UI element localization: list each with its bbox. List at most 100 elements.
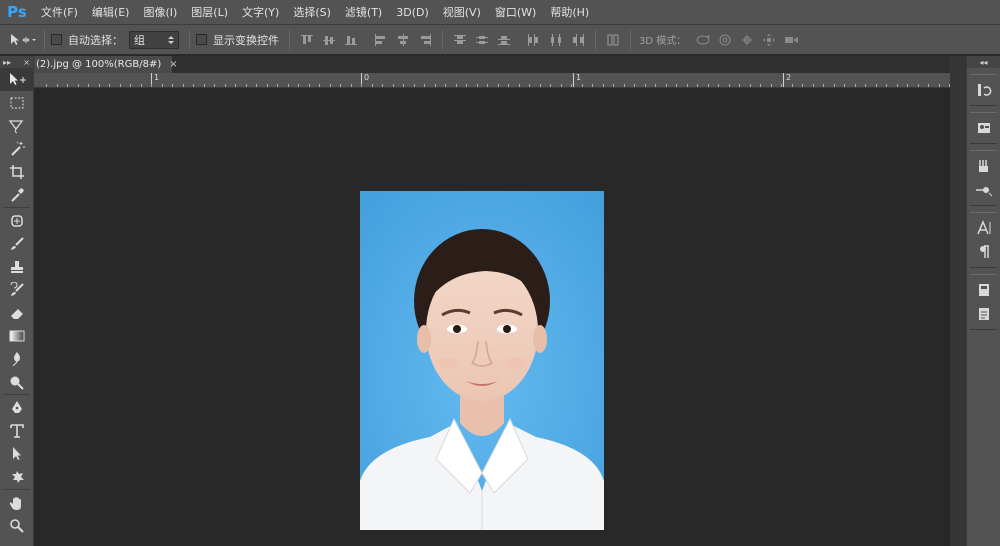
- ruler-minor-tick: [886, 84, 887, 87]
- menu-select[interactable]: 选择(S): [286, 0, 338, 25]
- distribute-top-icon[interactable]: [450, 31, 470, 49]
- ruler-label: 2: [786, 73, 792, 82]
- menu-view[interactable]: 视图(V): [436, 0, 488, 25]
- menu-3d[interactable]: 3D(D): [389, 0, 436, 25]
- ruler-label: 1: [576, 73, 582, 82]
- panel-group-brush: [970, 150, 997, 206]
- history-brush-tool[interactable]: [0, 278, 34, 301]
- 3d-scale-icon[interactable]: [781, 31, 801, 49]
- notes-panel-icon[interactable]: [970, 302, 998, 326]
- distribute-left-icon[interactable]: [524, 31, 544, 49]
- ruler-minor-tick: [928, 84, 929, 87]
- libraries-panel-icon[interactable]: [970, 278, 998, 302]
- hand-tool[interactable]: [0, 491, 34, 514]
- show-transform-checkbox[interactable]: [196, 34, 207, 45]
- id-photo[interactable]: [360, 191, 604, 530]
- menu-window[interactable]: 窗口(W): [488, 0, 543, 25]
- auto-align-layers-icon[interactable]: [603, 31, 623, 49]
- panel-group-properties: [970, 112, 997, 144]
- panel-group-history: [970, 74, 997, 106]
- move-tool[interactable]: [0, 68, 34, 91]
- ruler-minor-tick: [708, 84, 709, 87]
- 3d-roll-icon[interactable]: [715, 31, 735, 49]
- ruler-minor-tick: [477, 84, 478, 87]
- crop-tool[interactable]: [0, 160, 34, 183]
- character-panel-icon[interactable]: [970, 216, 998, 240]
- 3d-rotate-icon[interactable]: [693, 31, 713, 49]
- ruler-minor-tick: [624, 84, 625, 87]
- ruler-minor-tick: [204, 84, 205, 87]
- align-left-icon[interactable]: [371, 31, 391, 49]
- auto-select-dropdown[interactable]: 组: [129, 30, 179, 49]
- menu-file[interactable]: 文件(F): [34, 0, 85, 25]
- expand-panels-icon[interactable]: ◂◂: [979, 58, 987, 67]
- history-panel-icon[interactable]: [970, 78, 998, 102]
- custom-shape-tool[interactable]: [0, 465, 34, 488]
- ruler-minor-tick: [445, 84, 446, 87]
- ruler-minor-tick: [109, 84, 110, 87]
- ruler-minor-tick: [193, 84, 194, 87]
- menu-layer[interactable]: 图层(L): [184, 0, 235, 25]
- brush-settings-icon[interactable]: [970, 178, 998, 202]
- properties-panel-icon[interactable]: [970, 116, 998, 140]
- menu-help[interactable]: 帮助(H): [543, 0, 596, 25]
- ruler-minor-tick: [561, 84, 562, 87]
- align-hcenter-icon[interactable]: [393, 31, 413, 49]
- ruler-minor-tick: [771, 84, 772, 87]
- menu-image[interactable]: 图像(I): [136, 0, 184, 25]
- clone-stamp-tool[interactable]: [0, 255, 34, 278]
- ruler-minor-tick: [519, 84, 520, 87]
- eraser-tool[interactable]: [0, 301, 34, 324]
- pen-tool[interactable]: [0, 396, 34, 419]
- lasso-tool[interactable]: [0, 114, 34, 137]
- ruler-minor-tick: [508, 84, 509, 87]
- stepper-icon: [168, 35, 174, 44]
- brush-presets-icon[interactable]: [970, 154, 998, 178]
- align-right-icon[interactable]: [415, 31, 435, 49]
- ruler-minor-tick: [781, 84, 782, 87]
- move-tool-preset-icon[interactable]: [8, 31, 38, 49]
- menu-edit[interactable]: 编辑(E): [85, 0, 137, 25]
- marquee-tool[interactable]: [0, 91, 34, 114]
- gradient-tool[interactable]: [0, 324, 34, 347]
- menu-filter[interactable]: 滤镜(T): [338, 0, 389, 25]
- canvas-area[interactable]: [34, 88, 950, 546]
- ruler-minor-tick: [403, 84, 404, 87]
- document-tab[interactable]: (2).jpg @ 100%(RGB/8#) ×: [34, 56, 178, 73]
- dodge-tool[interactable]: [0, 370, 34, 393]
- brush-tool[interactable]: [0, 232, 34, 255]
- distribute-right-icon[interactable]: [568, 31, 588, 49]
- ruler-minor-tick: [834, 84, 835, 87]
- photoshop-logo: Ps: [7, 3, 27, 21]
- auto-select-checkbox[interactable]: [51, 34, 62, 45]
- ruler-minor-tick: [288, 84, 289, 87]
- blur-tool[interactable]: [0, 347, 34, 370]
- ruler-minor-tick: [645, 84, 646, 87]
- magic-wand-tool[interactable]: [0, 137, 34, 160]
- 3d-pan-icon[interactable]: [737, 31, 757, 49]
- path-selection-tool[interactable]: [0, 442, 34, 465]
- horizontal-ruler: 1 0 1 2: [34, 73, 950, 88]
- eyedropper-tool[interactable]: [0, 183, 34, 206]
- distribute-bottom-icon[interactable]: [494, 31, 514, 49]
- close-icon[interactable]: ×: [23, 58, 30, 67]
- menu-type[interactable]: 文字(Y): [235, 0, 286, 25]
- ruler-minor-tick: [277, 84, 278, 87]
- distribute-vcenter-icon[interactable]: [472, 31, 492, 49]
- align-bottom-icon[interactable]: [341, 31, 361, 49]
- align-top-icon[interactable]: [297, 31, 317, 49]
- align-vcenter-icon[interactable]: [319, 31, 339, 49]
- distribute-hcenter-icon[interactable]: [546, 31, 566, 49]
- healing-brush-tool[interactable]: [0, 209, 34, 232]
- 3d-slide-icon[interactable]: [759, 31, 779, 49]
- ruler-label: 0: [364, 73, 370, 82]
- paragraph-panel-icon[interactable]: [970, 240, 998, 264]
- options-bar: 自动选择： 组 显示变换控件 3D 模式：: [0, 25, 1000, 55]
- ruler-minor-tick: [88, 84, 89, 87]
- type-tool[interactable]: [0, 419, 34, 442]
- ruler-minor-tick: [246, 84, 247, 87]
- zoom-tool[interactable]: [0, 514, 34, 537]
- collapse-icon[interactable]: ▸▸: [3, 58, 11, 67]
- close-tab-icon[interactable]: ×: [169, 59, 177, 70]
- ruler-minor-tick: [897, 84, 898, 87]
